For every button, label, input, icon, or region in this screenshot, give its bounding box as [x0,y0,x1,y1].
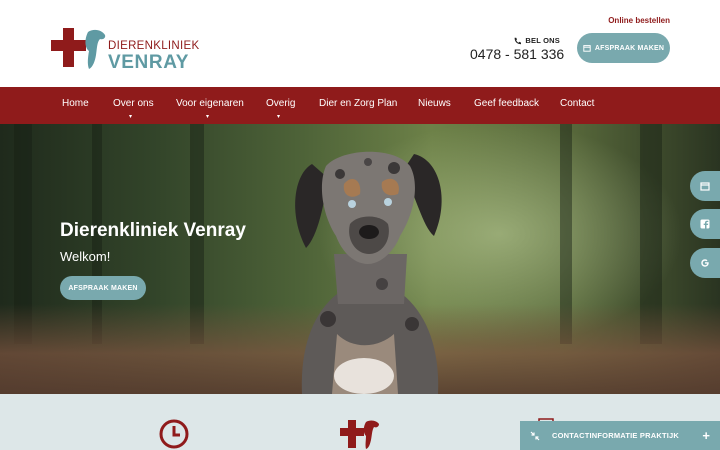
logo-cross-dog-icon [51,28,106,69]
online-order-link[interactable]: Online bestellen [608,16,670,25]
contact-info-label: CONTACTINFORMATIE PRAKTIJK [552,431,679,440]
dog-photo [295,151,442,394]
chevron-down-icon: ▾ [277,114,281,120]
hero-title: Dierenkliniek Venray [60,220,246,241]
calendar-icon [583,45,591,52]
contact-info-toggle[interactable]: CONTACTINFORMATIE PRAKTIJK + [520,421,720,450]
chevron-down-icon: ▾ [129,114,133,120]
hero-banner: Dierenkliniek Venray Welkom! AFSPRAAK MA… [0,124,720,394]
facebook-icon [700,219,710,229]
main-nav: Home Over ons ▾ Voor eigenaren ▾ Overig … [0,87,720,124]
nav-item-overig[interactable]: Overig [266,98,295,109]
hero-appointment-button[interactable]: AFSPRAAK MAKEN [60,276,146,300]
logo-wordmark: DIERENKLINIEK VENRAY [108,40,199,73]
nav-item-voor-eigenaren[interactable]: Voor eigenaren [176,98,244,109]
phone-icon [514,37,522,44]
header-appointment-label: AFSPRAAK MAKEN [594,44,665,52]
header-appointment-button[interactable]: AFSPRAAK MAKEN [577,33,670,63]
clinic-logo[interactable]: DIERENKLINIEK VENRAY [50,26,199,73]
nav-item-geef-feedback[interactable]: Geef feedback [474,98,539,109]
collapse-arrows-icon [530,431,540,440]
nav-item-over-ons[interactable]: Over ons [113,98,154,109]
nav-item-dier-en-zorg-plan[interactable]: Dier en Zorg Plan [319,98,397,109]
side-tab-calendar[interactable] [690,171,720,201]
side-tab-google[interactable] [690,248,720,278]
nav-item-home[interactable]: Home [62,98,89,109]
plus-icon: + [702,428,710,443]
nav-item-nieuws[interactable]: Nieuws [418,98,451,109]
site-header: DIERENKLINIEK VENRAY Online bestellen BE… [0,0,720,87]
call-label-row: BEL ONS [470,36,560,45]
logo-line2: VENRAY [108,52,190,73]
side-tab-facebook[interactable] [690,209,720,239]
clinic-mark-icon [340,420,379,449]
clock-icon [159,419,189,449]
hero-appointment-label: AFSPRAAK MAKEN [68,284,138,292]
calendar-icon [700,182,710,191]
chevron-down-icon: ▾ [206,114,210,120]
call-block[interactable]: BEL ONS 0478 - 581 336 [470,36,564,62]
nav-item-contact[interactable]: Contact [560,98,594,109]
google-icon [701,259,709,267]
call-label: BEL ONS [525,36,560,45]
phone-number[interactable]: 0478 - 581 336 [470,46,564,62]
hero-subtitle: Welkom! [60,249,111,264]
